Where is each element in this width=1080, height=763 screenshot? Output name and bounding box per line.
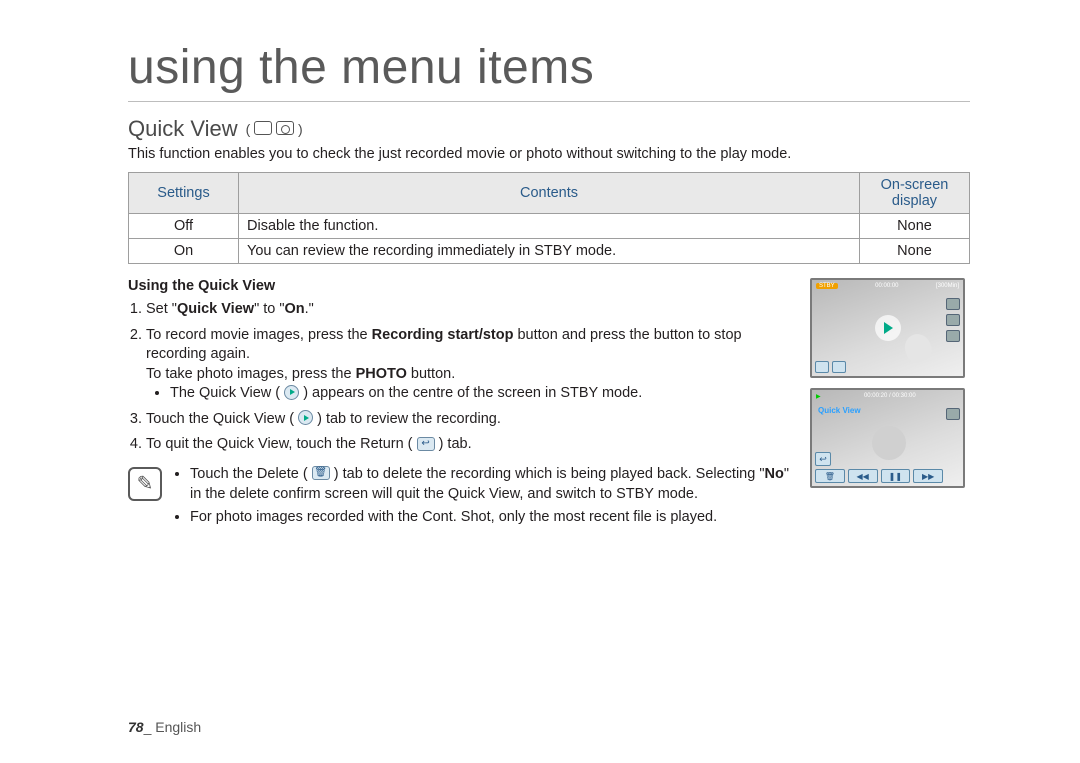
play-counter: 00:00:20 / 00:30:00 <box>864 393 916 400</box>
bottom-icon <box>832 361 846 373</box>
side-icon <box>946 314 960 326</box>
th-display: On-screen display <box>860 173 970 214</box>
trash-icon: 🗑 <box>815 469 845 483</box>
play-icon <box>298 410 313 425</box>
rewind-icon: ◀◀ <box>848 469 878 483</box>
table-row: On You can review the recording immediat… <box>129 239 970 264</box>
page-number: 78 <box>128 719 144 735</box>
video-mode-icon <box>254 121 272 135</box>
forward-icon: ▶▶ <box>913 469 943 483</box>
side-icon <box>946 330 960 342</box>
return-icon: ↩ <box>417 437 435 451</box>
mem-remaining: [300Min] <box>936 283 959 289</box>
page-footer: 78_ English <box>128 719 201 735</box>
th-contents: Contents <box>239 173 860 214</box>
preview-screen-playback: ▶ 00:00:20 / 00:30:00 Quick View ↩ 🗑 ◀◀ … <box>810 388 965 488</box>
table-row: Off Disable the function. None <box>129 214 970 239</box>
th-settings: Settings <box>129 173 239 214</box>
cell-display: None <box>860 214 970 239</box>
playback-subject-icon <box>872 426 906 460</box>
page-language: English <box>155 719 201 735</box>
cell-setting: On <box>129 239 239 264</box>
section-intro: This function enables you to check the j… <box>128 146 970 162</box>
step-3: Touch the Quick View ( ) tab to review t… <box>146 410 796 430</box>
step-4: To quit the Quick View, touch the Return… <box>146 435 796 455</box>
rec-time: 00:00:00 <box>875 283 898 289</box>
cell-setting: Off <box>129 214 239 239</box>
settings-table: Settings Contents On-screen display Off … <box>128 172 970 264</box>
play-icon <box>284 385 299 400</box>
steps-heading: Using the Quick View <box>128 278 796 294</box>
finger-touch-icon <box>901 330 935 365</box>
quickview-label: Quick View <box>818 406 861 415</box>
note-2: For photo images recorded with the Cont.… <box>190 508 796 528</box>
steps-list: Set "Quick View" to "On." To record movi… <box>146 300 796 455</box>
page-title: using the menu items <box>128 40 970 102</box>
bottom-icon <box>815 361 829 373</box>
cell-display: None <box>860 239 970 264</box>
note-icon: ✎ <box>128 467 162 501</box>
mode-icons: ( ) <box>246 121 303 137</box>
section-title-text: Quick View <box>128 116 238 142</box>
stby-badge: STBY <box>816 283 838 289</box>
note-1: Touch the Delete ( 🗑 ) tab to delete the… <box>190 465 796 504</box>
photo-mode-icon <box>276 121 294 135</box>
step-1: Set "Quick View" to "On." <box>146 300 796 320</box>
trash-icon: 🗑 <box>312 466 330 480</box>
quickview-play-icon <box>875 315 901 341</box>
step-2: To record movie images, press the Record… <box>146 326 796 404</box>
step-2-bullet: The Quick View ( ) appears on the centre… <box>170 384 796 404</box>
side-icon <box>946 298 960 310</box>
note-block: ✎ Touch the Delete ( 🗑 ) tab to delete t… <box>128 465 796 532</box>
cell-content: Disable the function. <box>239 214 860 239</box>
play-indicator-icon: ▶ <box>816 393 821 400</box>
cell-content: You can review the recording immediately… <box>239 239 860 264</box>
side-icon <box>946 408 960 420</box>
return-icon: ↩ <box>815 452 831 466</box>
pause-icon: ❚❚ <box>881 469 911 483</box>
preview-screen-stby: STBY 00:00:00 [300Min] <box>810 278 965 378</box>
section-title: Quick View ( ) <box>128 116 970 142</box>
